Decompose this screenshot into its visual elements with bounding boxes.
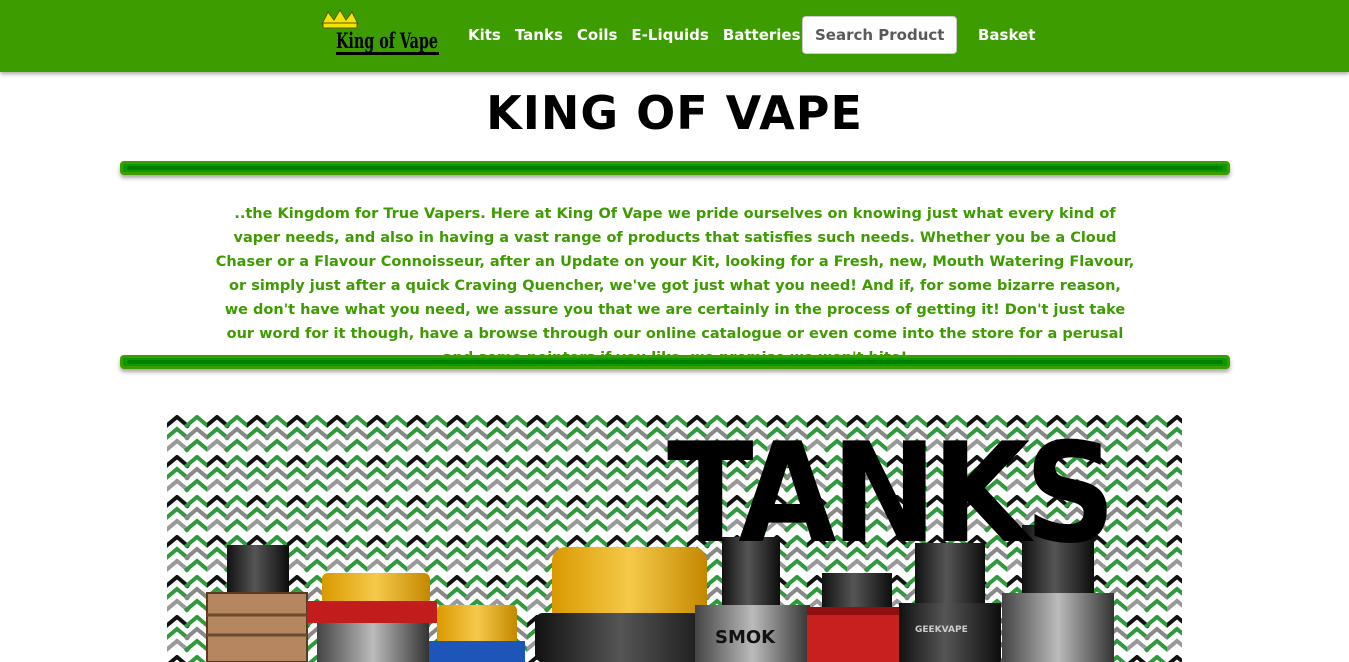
tank-red-amber — [307, 573, 437, 662]
tanks-banner[interactable]: SMOK GEEKVAPE TANKS — [167, 415, 1182, 662]
nav-link-tanks[interactable]: Tanks — [515, 24, 563, 46]
logo-text: King of Vape — [336, 28, 438, 53]
banner-title: TANKS — [667, 415, 1116, 574]
divider-top — [120, 161, 1230, 175]
divider-bottom — [120, 355, 1230, 369]
nav-link-e-liquids[interactable]: E-Liquids — [631, 24, 708, 46]
nav-link-kits[interactable]: Kits — [468, 24, 501, 46]
site-logo[interactable]: King of Vape — [320, 6, 442, 58]
intro-text: ..the Kingdom for True Vapers. Here at K… — [215, 206, 1135, 366]
tank-blue — [429, 605, 525, 662]
basket-link[interactable]: Basket — [978, 24, 1035, 46]
page-title: KING OF VAPE — [486, 86, 863, 140]
nav-link-batteries[interactable]: Batteries — [723, 24, 801, 46]
banner-label-geekvape: GEEKVAPE — [915, 625, 968, 635]
banner-label-smok: SMOK — [715, 627, 776, 648]
crown-icon — [321, 9, 359, 29]
navbar: King of Vape Kits Tanks Coils E-Liquids … — [0, 0, 1349, 72]
search-input[interactable] — [802, 16, 957, 54]
nav-link-coils[interactable]: Coils — [577, 24, 618, 46]
main-nav: Kits Tanks Coils E-Liquids Batteries — [468, 24, 815, 46]
